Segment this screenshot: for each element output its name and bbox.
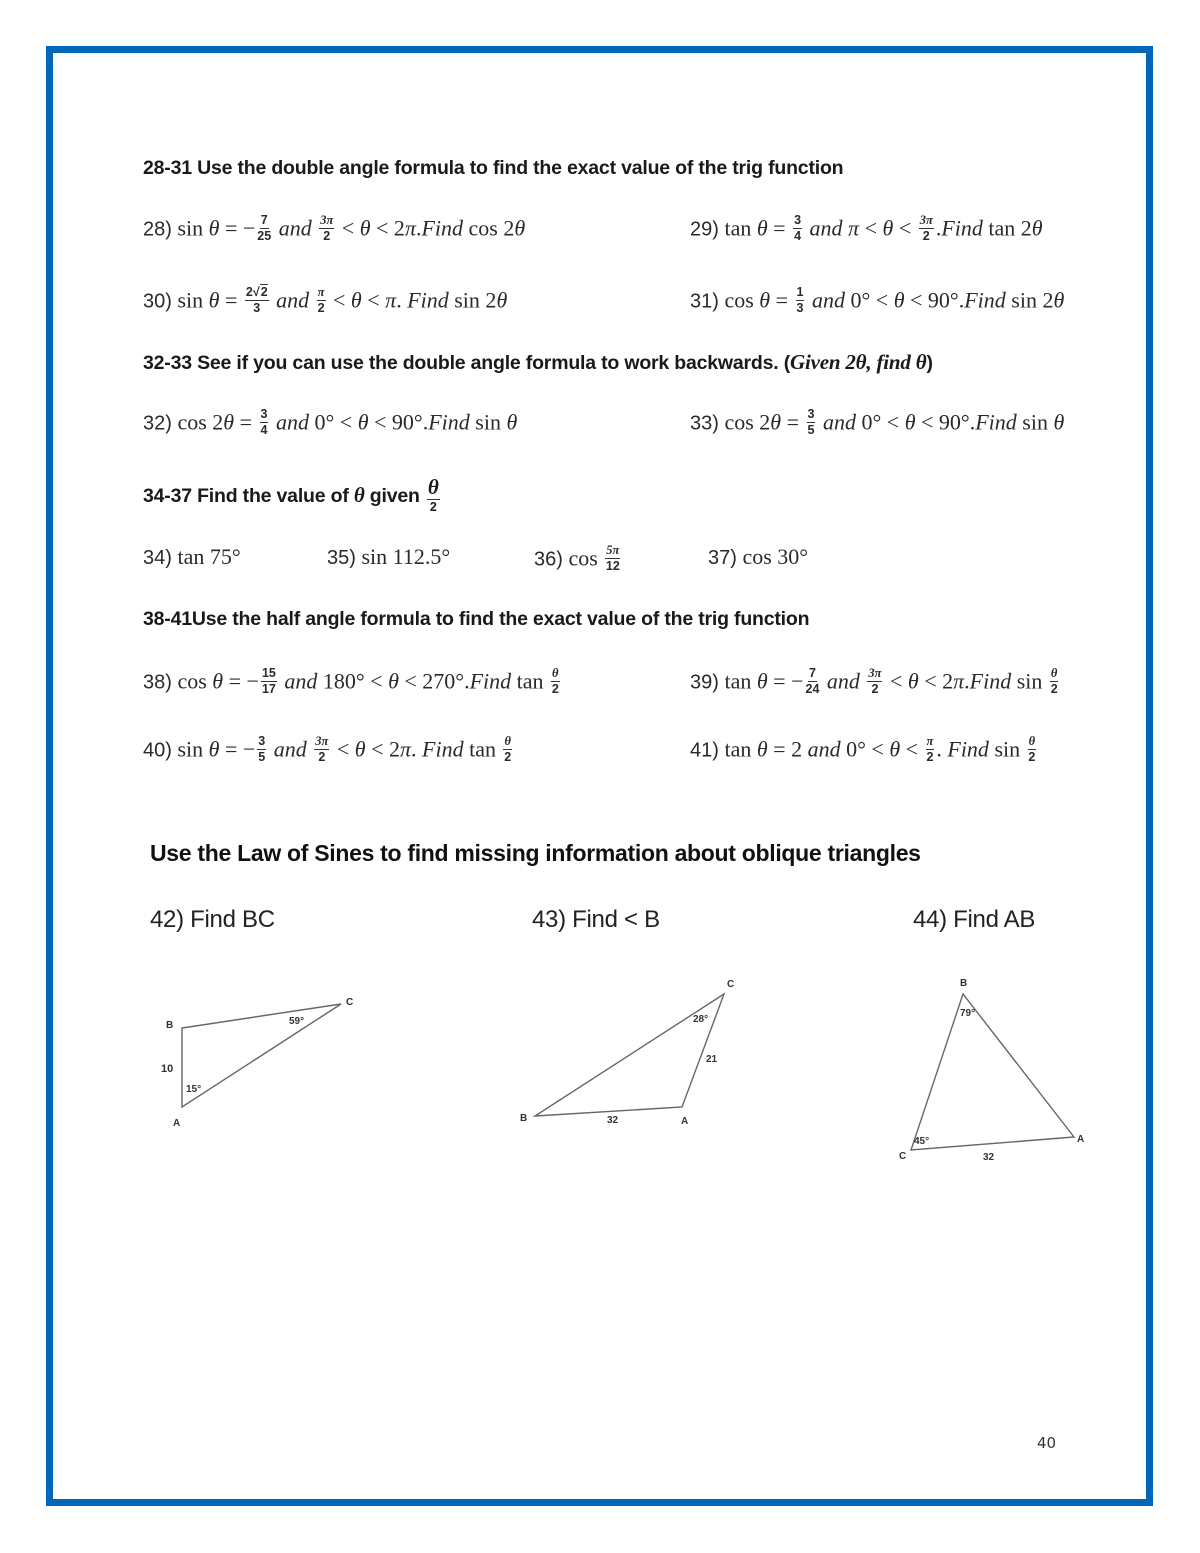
angle-label-c: 28° [693,1014,708,1025]
angle-label-c: 45° [914,1136,929,1147]
angle-label-c: 59° [289,1016,304,1027]
triangle-43 [532,992,726,1117]
angle-label-a: 15° [186,1084,201,1095]
page-number: 40 [1037,1434,1057,1452]
vertex-label-c: C [727,979,734,990]
angle-label-b: 79° [960,1008,975,1019]
triangle-diagram-42: A B C 10 15° 59° A B C 32 21 28° A B C 32 79° 45° [161,978,1084,1163]
vertex-label-b: B [520,1113,527,1124]
side-label-ca: 32 [983,1152,995,1163]
side-label-ab: 32 [607,1115,619,1126]
vertex-label-b: B [960,978,967,989]
triangle-42 [181,1003,342,1109]
vertex-label-c: C [899,1151,906,1162]
side-label-ac: 21 [706,1054,718,1065]
vertex-label-c: C [346,997,353,1008]
vertex-label-a: A [1077,1134,1084,1145]
vertex-label-a: A [173,1118,180,1129]
side-label-ab: 10 [161,1063,173,1075]
vertex-label-b: B [166,1020,173,1031]
triangle-44 [910,992,1076,1151]
vertex-label-a: A [681,1116,688,1127]
